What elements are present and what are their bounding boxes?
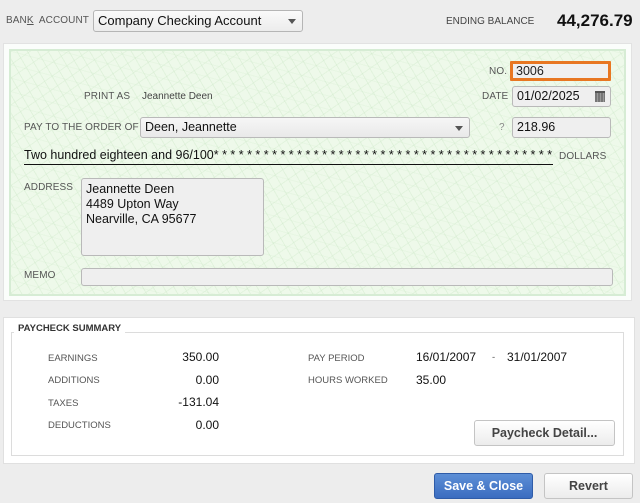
additions-label: ADDITIONS: [48, 375, 100, 386]
print-as-value: Jeannette Deen: [142, 91, 213, 102]
amount-label: ?: [499, 122, 505, 133]
earnings-label: EARNINGS: [48, 353, 98, 364]
address-textarea[interactable]: Jeannette Deen 4489 Upton Way Nearville,…: [81, 178, 264, 256]
date-label: DATE: [482, 91, 509, 102]
bank-label-mnemonic: K: [26, 15, 34, 26]
date-value: 01/02/2025: [517, 89, 580, 103]
bank-label-part: BAN: [6, 15, 27, 26]
dollars-label: DOLLARS: [559, 151, 607, 162]
chevron-down-icon: [455, 126, 463, 131]
ending-balance-value: 44,276.79: [557, 11, 633, 30]
ending-balance-label: ENDING BALANCE: [446, 16, 535, 27]
bank-account-label: BANK ACCOUNT: [6, 15, 89, 26]
amount-in-words: Two hundred eighteen and 96/100* * * * *…: [24, 148, 553, 165]
date-input[interactable]: 01/02/2025: [512, 86, 611, 107]
payee-value: Deen, Jeannette: [145, 120, 237, 134]
paycheck-summary-title: PAYCHECK SUMMARY: [14, 323, 126, 334]
address-label: ADDRESS: [24, 182, 74, 193]
bank-label-part: ACCOUNT: [33, 15, 90, 26]
revert-button[interactable]: Revert: [544, 473, 633, 499]
check-number-label: NO.: [489, 66, 508, 77]
additions-value: 0.00: [195, 373, 219, 387]
pay-to-label: PAY TO THE ORDER OF: [24, 122, 139, 133]
amount-input[interactable]: 218.96: [512, 117, 611, 138]
pay-period-label: PAY PERIOD: [308, 353, 365, 364]
pay-period-separator: -: [492, 352, 496, 363]
hours-worked-value: 35.00: [416, 373, 447, 387]
earnings-value: 350.00: [182, 350, 219, 364]
hours-worked-label: HOURS WORKED: [308, 375, 388, 386]
taxes-label: TAXES: [48, 398, 79, 409]
paycheck-detail-button[interactable]: Paycheck Detail...: [474, 420, 615, 446]
taxes-value: -131.04: [178, 395, 219, 409]
payee-select[interactable]: Deen, Jeannette: [140, 117, 470, 138]
print-as-label: PRINT AS: [84, 91, 131, 102]
memo-label: MEMO: [24, 270, 56, 281]
deductions-label: DEDUCTIONS: [48, 420, 111, 431]
memo-input[interactable]: [81, 268, 613, 286]
bank-account-value: Company Checking Account: [98, 13, 262, 28]
deductions-value: 0.00: [195, 418, 219, 432]
pay-period-from: 16/01/2007: [416, 350, 477, 364]
bank-account-select[interactable]: Company Checking Account: [93, 10, 303, 32]
check-number-input[interactable]: 3006: [510, 61, 611, 81]
save-close-button[interactable]: Save & Close: [434, 473, 533, 499]
chevron-down-icon: [288, 19, 296, 24]
pay-period-to: 31/01/2007: [507, 350, 568, 364]
calendar-icon[interactable]: [595, 91, 605, 102]
